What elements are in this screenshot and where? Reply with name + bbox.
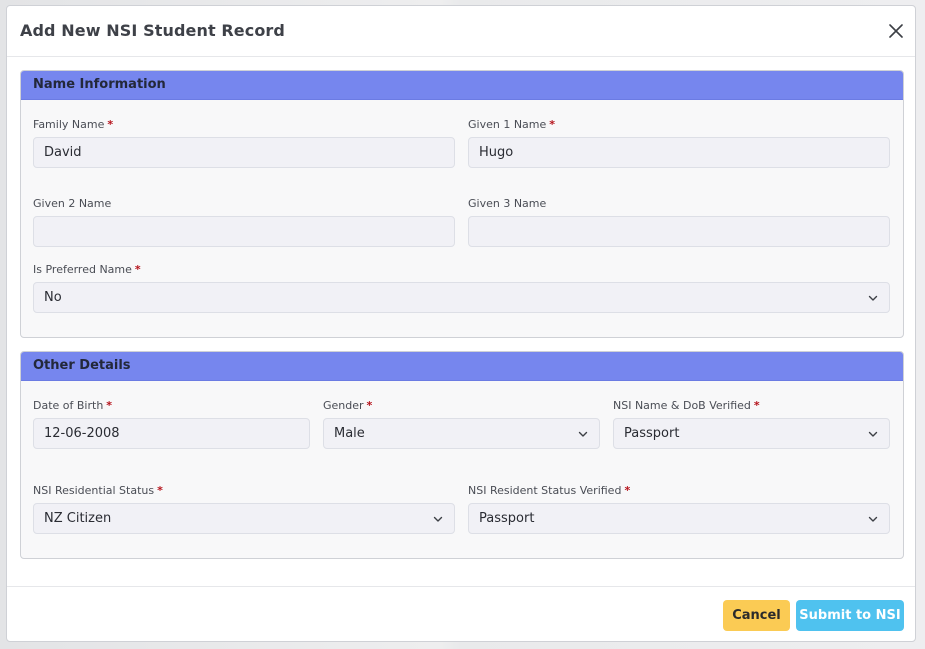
resident-status-verified-field: NSI Resident Status Verified * Passport [468, 484, 890, 534]
family-name-input[interactable]: David [33, 137, 455, 168]
required-marker: * [624, 484, 631, 497]
residential-status-value: NZ Citizen [44, 511, 112, 526]
resident-status-verified-select[interactable]: Passport [468, 503, 890, 534]
chevron-down-icon [867, 513, 879, 525]
chevron-down-icon [577, 428, 589, 440]
residential-status-label-text: NSI Residential Status [33, 484, 155, 497]
given2-name-input[interactable] [33, 216, 455, 247]
preferred-name-label: Is Preferred Name * [33, 263, 890, 277]
section-title: Name Information [21, 71, 903, 100]
required-marker: * [366, 399, 373, 412]
gender-label-text: Gender [323, 399, 364, 412]
family-name-label-text: Family Name [33, 118, 105, 131]
name-dob-verified-field: NSI Name & DoB Verified * Passport [613, 399, 890, 449]
required-marker: * [134, 263, 141, 276]
given3-name-label: Given 3 Name [468, 197, 547, 210]
gender-select[interactable]: Male [323, 418, 600, 449]
preferred-name-label-text: Is Preferred Name [33, 263, 132, 276]
gender-value: Male [334, 426, 365, 441]
required-marker: * [157, 484, 163, 497]
preferred-name-value: No [44, 290, 62, 305]
chevron-down-icon [867, 428, 879, 440]
name-dob-verified-value: Passport [624, 426, 680, 441]
name-dob-verified-select[interactable]: Passport [613, 418, 890, 449]
modal-footer: Cancel Submit to NSI [7, 586, 915, 642]
given1-name-input[interactable]: Hugo [468, 137, 890, 168]
residential-status-label: NSI Residential Status * [33, 484, 455, 498]
modal-title: Add New NSI Student Record [20, 21, 285, 40]
residential-status-select[interactable]: NZ Citizen [33, 503, 455, 534]
add-nsi-student-modal: Add New NSI Student Record Name Informat… [6, 5, 916, 642]
given1-name-label: Given 1 Name * [468, 118, 890, 132]
resident-status-verified-label: NSI Resident Status Verified * [468, 484, 890, 498]
preferred-name-field: Is Preferred Name * No [33, 263, 890, 313]
resident-status-verified-label-text: NSI Resident Status Verified [468, 484, 622, 497]
required-marker: * [106, 399, 113, 412]
chevron-down-icon [432, 513, 444, 525]
required-marker: * [107, 118, 114, 131]
section-title: Other Details [21, 352, 903, 381]
dob-field: Date of Birth * 12-06-2008 [33, 399, 310, 449]
name-information-section: Name Information Family Name * David Give… [20, 70, 904, 338]
name-dob-verified-label: NSI Name & DoB Verified * [613, 399, 890, 413]
given3-name-input[interactable] [468, 216, 890, 247]
given1-name-field: Given 1 Name * Hugo [468, 118, 890, 168]
gender-field: Gender * Male [323, 399, 600, 449]
required-marker: * [753, 399, 760, 412]
chevron-down-icon [867, 292, 879, 304]
family-name-label: Family Name * [33, 118, 455, 132]
dob-label-text: Date of Birth [33, 399, 104, 412]
cancel-button[interactable]: Cancel [723, 600, 790, 631]
given1-name-label-text: Given 1 Name [468, 118, 547, 131]
dob-input[interactable]: 12-06-2008 [33, 418, 310, 449]
resident-status-verified-value: Passport [479, 511, 535, 526]
close-icon[interactable] [885, 20, 907, 42]
other-details-section: Other Details Date of Birth * 12-06-2008 … [20, 351, 904, 559]
family-name-field: Family Name * David [33, 118, 455, 168]
given2-name-field: Given 2 Name [33, 197, 455, 247]
preferred-name-select[interactable]: No [33, 282, 890, 313]
residential-status-field: NSI Residential Status * NZ Citizen [33, 484, 455, 534]
required-marker: * [549, 118, 556, 131]
modal-header: Add New NSI Student Record [7, 6, 915, 57]
name-dob-verified-label-text: NSI Name & DoB Verified [613, 399, 751, 412]
given3-name-field: Given 3 Name [468, 197, 890, 247]
gender-label: Gender * [323, 399, 600, 413]
given2-name-label: Given 2 Name [33, 197, 112, 210]
dob-label: Date of Birth * [33, 399, 310, 413]
submit-to-nsi-button[interactable]: Submit to NSI [796, 600, 904, 631]
